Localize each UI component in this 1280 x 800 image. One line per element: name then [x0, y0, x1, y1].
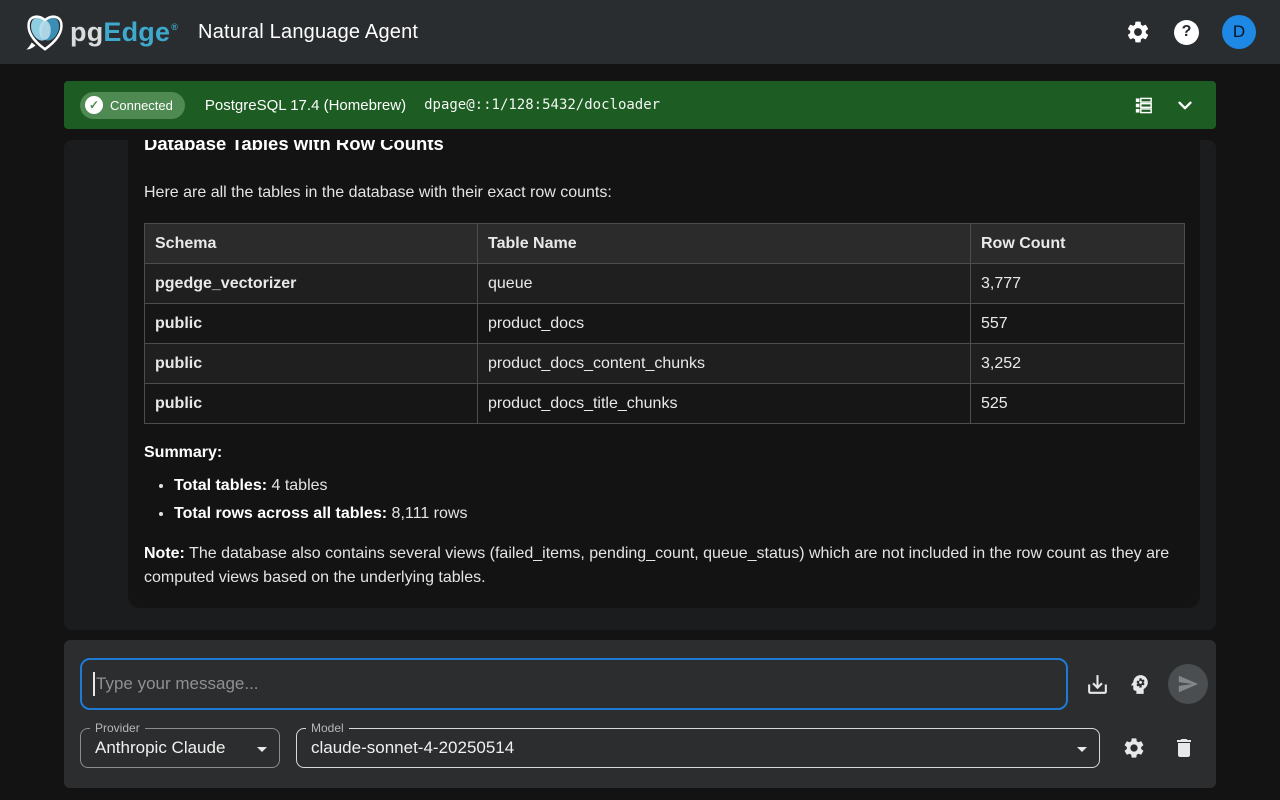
user-avatar[interactable]: D [1222, 15, 1256, 49]
provider-select-value: Anthropic Claude [95, 738, 225, 758]
table-row: pgedge_vectorizer queue 3,777 [145, 264, 1185, 304]
provider-select[interactable]: Provider Anthropic Claude [80, 728, 280, 768]
check-circle-icon: ✓ [85, 96, 103, 114]
connection-status-label: Connected [110, 98, 173, 113]
list-item: Total tables: 4 tables [174, 476, 1184, 496]
session-list-button[interactable] [1131, 94, 1156, 117]
cell-schema: pgedge_vectorizer [145, 264, 478, 304]
note-text: The database also contains several views… [144, 545, 1169, 586]
summary-heading: Summary: [144, 444, 1184, 462]
cell-row-count: 3,777 [971, 264, 1185, 304]
composer-panel: Provider Anthropic Claude Model claude-s… [64, 640, 1216, 788]
list-icon [1131, 94, 1156, 117]
psychology-icon [1127, 672, 1152, 697]
connection-status-chip: ✓ Connected [80, 92, 185, 119]
bullet-value: 8,111 rows [387, 505, 467, 522]
connection-string: dpage@::1/128:5432/docloader [424, 97, 660, 113]
column-header-schema: Schema [145, 224, 478, 264]
gear-icon [1122, 736, 1146, 760]
provider-select-label: Provider [90, 721, 145, 735]
composer-settings-button[interactable] [1122, 736, 1146, 760]
message-heading: Database Tables with Row Counts [144, 140, 1184, 155]
brand-text: pgEdge® [70, 17, 178, 48]
cell-table-name: product_docs_title_chunks [478, 384, 971, 424]
chevron-down-icon [1174, 94, 1196, 116]
export-button[interactable] [1080, 667, 1114, 701]
cell-schema: public [145, 344, 478, 384]
caret-down-icon [250, 737, 274, 766]
app-header: pgEdge® Natural Language Agent ? D [0, 0, 1280, 64]
cell-row-count: 3,252 [971, 344, 1185, 384]
column-header-row-count: Row Count [971, 224, 1185, 264]
pgedge-heart-icon [22, 11, 68, 53]
note-paragraph: Note: The database also contains several… [144, 542, 1180, 590]
column-header-table-name: Table Name [478, 224, 971, 264]
page-title: Natural Language Agent [198, 21, 418, 44]
gear-icon [1125, 19, 1151, 45]
table-header-row: Schema Table Name Row Count [145, 224, 1185, 264]
cell-row-count: 557 [971, 304, 1185, 344]
assistant-message-card: Database Tables with Row Counts Here are… [128, 140, 1200, 608]
help-icon: ? [1174, 20, 1199, 45]
table-row: public product_docs_content_chunks 3,252 [145, 344, 1185, 384]
message-input[interactable] [80, 658, 1068, 710]
clear-chat-button[interactable] [1172, 736, 1196, 760]
bullet-value: 4 tables [267, 477, 327, 494]
list-item: Total rows across all tables: 8,111 rows [174, 504, 1184, 524]
cell-schema: public [145, 384, 478, 424]
collapse-connection-button[interactable] [1174, 94, 1196, 116]
send-button[interactable] [1168, 664, 1208, 704]
pgedge-logo: pgEdge® [22, 11, 178, 53]
settings-button[interactable] [1125, 19, 1151, 45]
model-select-value: claude-sonnet-4-20250514 [311, 738, 514, 758]
chat-scroll-area[interactable]: Database Tables with Row Counts Here are… [64, 140, 1216, 630]
trash-icon [1172, 736, 1196, 760]
database-tables-table: Schema Table Name Row Count pgedge_vecto… [144, 223, 1185, 424]
summary-list: Total tables: 4 tables Total rows across… [144, 476, 1184, 524]
model-select-label: Model [306, 721, 349, 735]
bullet-label: Total tables: [174, 477, 267, 494]
table-row: public product_docs_title_chunks 525 [145, 384, 1185, 424]
model-select[interactable]: Model claude-sonnet-4-20250514 [296, 728, 1100, 768]
connection-bar: ✓ Connected PostgreSQL 17.4 (Homebrew) d… [64, 81, 1216, 129]
send-icon [1177, 673, 1199, 695]
cell-table-name: product_docs [478, 304, 971, 344]
note-label: Note: [144, 545, 185, 562]
download-icon [1085, 672, 1110, 697]
cell-schema: public [145, 304, 478, 344]
text-cursor [93, 672, 95, 696]
help-button[interactable]: ? [1174, 20, 1199, 45]
table-row: public product_docs 557 [145, 304, 1185, 344]
cell-row-count: 525 [971, 384, 1185, 424]
cell-table-name: product_docs_content_chunks [478, 344, 971, 384]
cell-table-name: queue [478, 264, 971, 304]
caret-down-icon [1070, 737, 1094, 766]
message-intro: Here are all the tables in the database … [144, 183, 1184, 203]
server-version-label: PostgreSQL 17.4 (Homebrew) [205, 97, 406, 114]
bullet-label: Total rows across all tables: [174, 505, 387, 522]
reasoning-button[interactable] [1122, 667, 1156, 701]
